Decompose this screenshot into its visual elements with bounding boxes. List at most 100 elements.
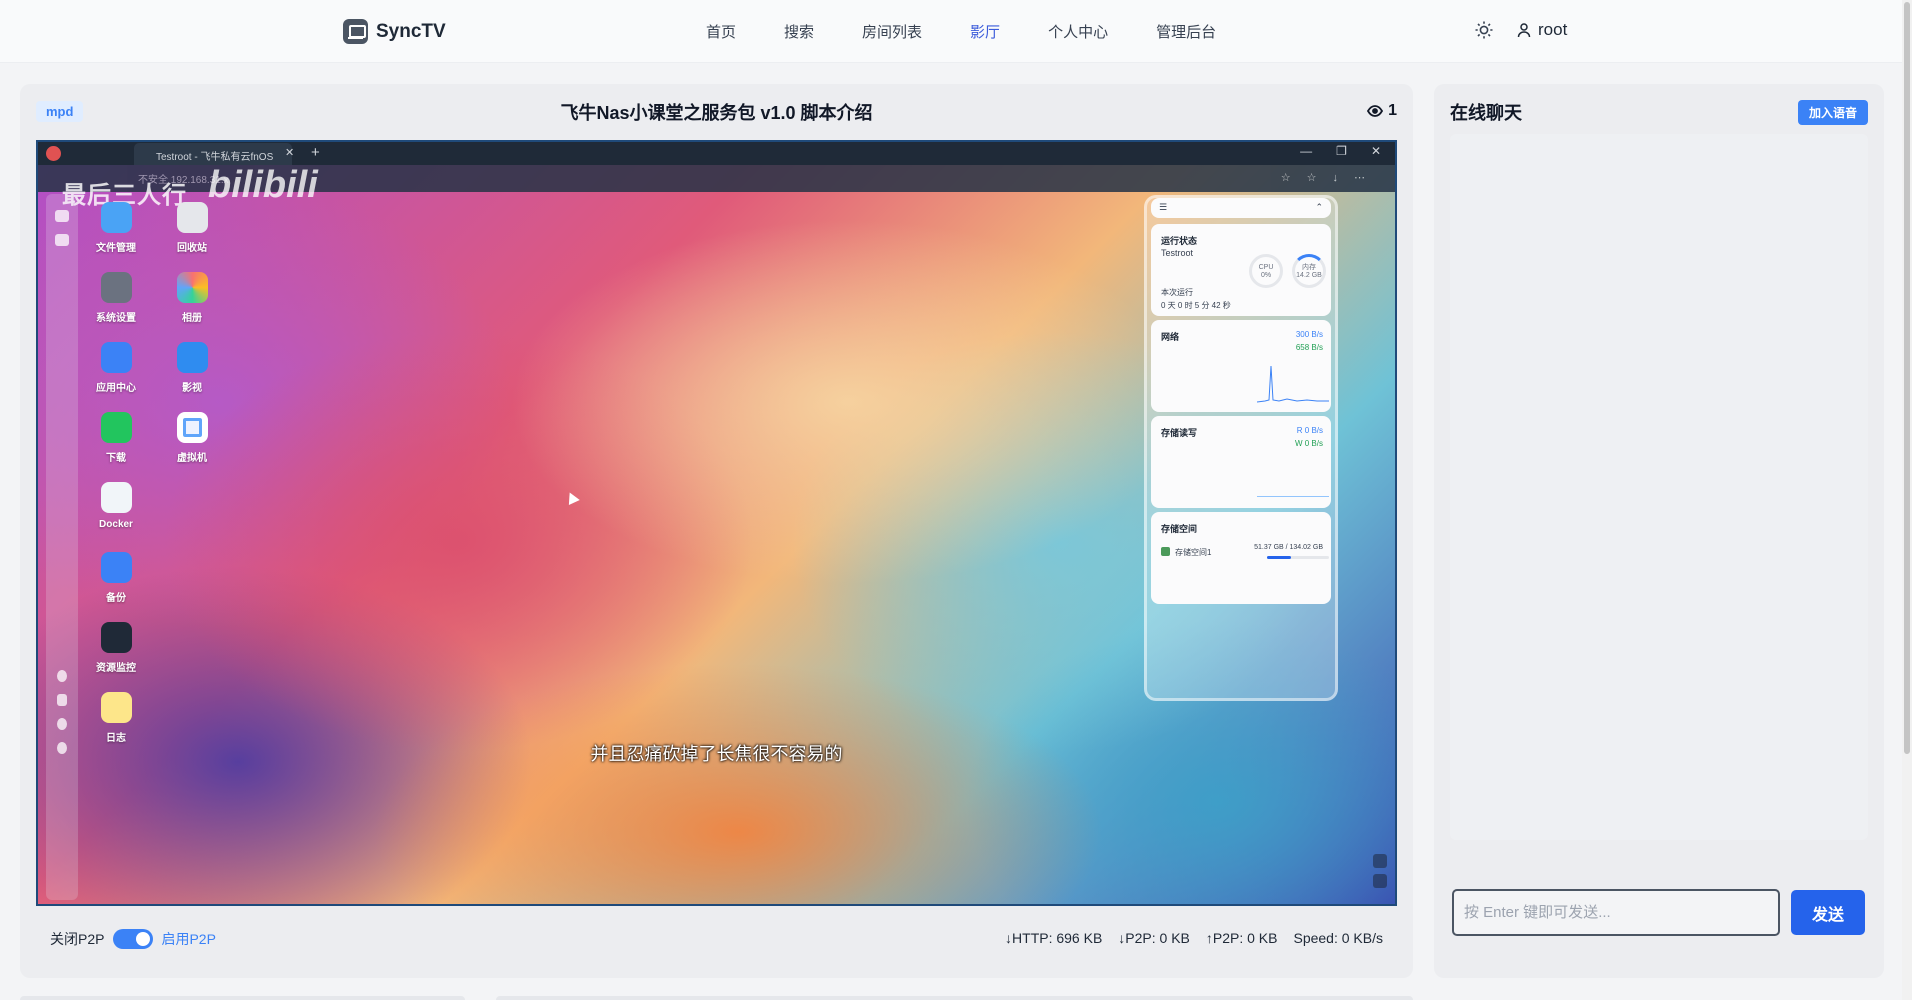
- desktop-app-label: 应用中心: [96, 383, 136, 394]
- bilibili-watermark-logo: bilibili: [208, 164, 318, 206]
- nav-item-admin[interactable]: 管理后台: [1156, 21, 1216, 42]
- header-actions: root: [1474, 20, 1567, 40]
- eye-icon: [1367, 105, 1384, 117]
- stat-p2p-down: ↓P2P: 0 KB: [1118, 930, 1190, 946]
- page-scrollbar[interactable]: [1902, 0, 1912, 1000]
- download-icon: [100, 412, 132, 443]
- disk-icon: [1161, 547, 1170, 556]
- player-card: mpd 飞牛Nas小课堂之服务包 v1.0 脚本介绍 1 Testroot - …: [20, 84, 1413, 978]
- p2p-toggle[interactable]: [113, 929, 154, 949]
- nav-item-room-list[interactable]: 房间列表: [862, 21, 922, 42]
- desktop-app-label: 文件管理: [96, 243, 136, 254]
- close-tab-icon: ✕: [285, 147, 295, 159]
- scrollbar-thumb[interactable]: [1904, 2, 1910, 754]
- monitor-icon: [55, 210, 69, 222]
- storage-bar: [1267, 556, 1329, 559]
- desktop-app-video: 影视: [152, 342, 232, 394]
- brand[interactable]: SyncTV: [343, 19, 446, 44]
- desktop-app-label: 下载: [106, 453, 126, 464]
- desktop-app-label: 影视: [182, 383, 202, 394]
- desktop-app-files: 文件管理: [76, 202, 156, 254]
- captured-browser-tab: Testroot - 飞牛私有云fnOS: [134, 143, 292, 165]
- top-navbar: SyncTV 首页 搜索 房间列表 影厅 个人中心 管理后台 root: [0, 0, 1902, 63]
- memory-ring: 内存 14.2 GB: [1292, 254, 1326, 288]
- network-down: 658 B/s: [1295, 343, 1323, 352]
- widget-status-host: Testroot: [1161, 248, 1194, 258]
- desktop-app-label: 系统设置: [96, 313, 136, 324]
- store-icon: [100, 342, 132, 373]
- gear-icon: [100, 272, 132, 303]
- desktop-app-logs: 日志: [76, 692, 156, 744]
- nav-item-home[interactable]: 首页: [706, 21, 736, 42]
- browser-toolbar-icons: ☆☆↓⋯: [1280, 172, 1381, 184]
- stat-p2p-up: ↑P2P: 0 KB: [1205, 930, 1278, 946]
- widget-network: 网络 300 B/s 658 B/s: [1151, 320, 1331, 412]
- photos-icon: [176, 272, 208, 303]
- widget-status-title: 运行状态: [1161, 236, 1198, 246]
- stat-speed: Speed: 0 KB/s: [1293, 930, 1383, 946]
- chat-title: 在线聊天: [1450, 103, 1522, 123]
- widget-storage-title: 存储空间: [1161, 524, 1198, 534]
- disk-read: R 0 B/s: [1296, 426, 1323, 435]
- video-subtitle: 并且忍痛砍掉了长焦很不容易的: [590, 744, 843, 764]
- join-voice-button[interactable]: 加入语音: [1797, 100, 1868, 125]
- widget-storage: 存储空间 存储空间1 51.37 GB / 134.02 GB: [1151, 512, 1331, 604]
- film-icon: [176, 342, 208, 373]
- disk-write: W 0 B/s: [1294, 439, 1323, 448]
- next-card-edge: [20, 996, 465, 1000]
- chat-input[interactable]: [1452, 889, 1780, 936]
- main-nav: 首页 搜索 房间列表 影厅 个人中心 管理后台: [706, 21, 1264, 42]
- widget-disk-io: 存储读写 R 0 B/s W 0 B/s: [1151, 416, 1331, 508]
- sun-icon[interactable]: [1474, 20, 1494, 40]
- docker-icon: [100, 482, 132, 513]
- desktop-app-label: 虚拟机: [177, 453, 207, 464]
- pulse-icon: [100, 622, 132, 653]
- viewer-count: 1: [1367, 102, 1397, 120]
- storage-bar-fill: [1267, 556, 1291, 559]
- transfer-stats: ↓HTTP: 696 KB ↓P2P: 0 KB ↑P2P: 0 KB Spee…: [1005, 930, 1383, 946]
- stat-http-down: ↓HTTP: 696 KB: [1005, 930, 1103, 946]
- user-icon: [1517, 23, 1531, 38]
- backup-icon: [100, 552, 132, 583]
- nav-item-search[interactable]: 搜索: [784, 21, 814, 42]
- nav-item-cinema[interactable]: 影厅: [970, 21, 1000, 42]
- memory-label: 内存: [1302, 264, 1316, 271]
- cpu-value: 0%: [1260, 271, 1272, 279]
- captured-browser-tabbar: Testroot - 飞牛私有云fnOS ✕ + — ❐ ✕: [38, 142, 1395, 165]
- microphone-icon: [1373, 854, 1387, 868]
- network-sparkline: [1257, 365, 1329, 403]
- uptime-label: 本次运行: [1161, 288, 1193, 297]
- nav-item-profile[interactable]: 个人中心: [1048, 21, 1108, 42]
- widget-network-title: 网络: [1161, 332, 1180, 342]
- p2p-off-label[interactable]: 关闭P2P: [50, 929, 104, 949]
- memory-value: 14.2 GB: [1296, 271, 1322, 279]
- desktop-app-label: 资源监控: [96, 663, 136, 674]
- chat-panel: 在线聊天 加入语音 发送: [1434, 84, 1884, 978]
- browser-logo-icon: [46, 146, 61, 161]
- username: root: [1538, 20, 1568, 39]
- video-player[interactable]: Testroot - 飞牛私有云fnOS ✕ + — ❐ ✕ 不安全 192.168…: [36, 140, 1397, 906]
- storage-usage: 51.37 GB / 134.02 GB: [1254, 544, 1323, 551]
- desktop-app-backup: 备份: [76, 552, 156, 604]
- desktop-app-monitor: 资源监控: [76, 622, 156, 674]
- p2p-on-label[interactable]: 启用P2P: [161, 929, 215, 949]
- send-button[interactable]: 发送: [1791, 890, 1865, 935]
- desktop-app-app-center: 应用中心: [76, 342, 156, 394]
- desktop-app-label: 备份: [106, 593, 126, 604]
- widget-panel: ☰ ⌃ 运行状态 Testroot CPU 0% 内存 14.2 GB 本次运行…: [1144, 195, 1338, 701]
- brand-name: SyncTV: [376, 20, 446, 42]
- tv-logo-icon: [343, 19, 368, 44]
- widget-disk-io-title: 存储读写: [1161, 428, 1198, 438]
- user-menu[interactable]: root: [1516, 20, 1567, 40]
- user-icon: [57, 718, 67, 730]
- cpu-label: CPU: [1258, 264, 1274, 271]
- storage-volume-name: 存储空间1: [1175, 548, 1212, 557]
- server-icon: [176, 412, 208, 443]
- record-icon: [1373, 874, 1387, 888]
- desktop-app-photos: 相册: [152, 272, 232, 324]
- desktop-app-vm: 虚拟机: [152, 412, 232, 464]
- new-tab-icon: +: [311, 144, 320, 161]
- desktop-app-label: 回收站: [177, 243, 207, 254]
- chat-messages[interactable]: [1450, 134, 1868, 840]
- desktop-app-recycle-bin: 回收站: [152, 202, 232, 254]
